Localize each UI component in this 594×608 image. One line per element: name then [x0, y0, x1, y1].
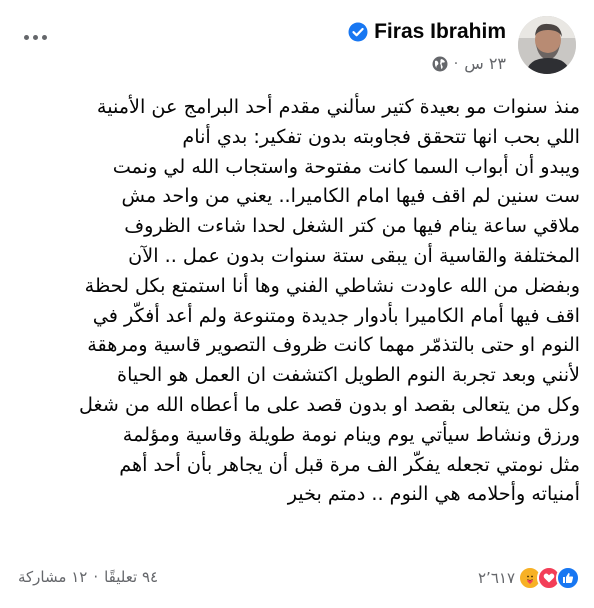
more-dot [32, 34, 38, 40]
more-dot [23, 34, 29, 40]
post-text-line: وكل من يتعالى بقصد او بدون قصد على ما أع… [79, 392, 580, 416]
comments-count[interactable]: ٩٤ تعليقًا [104, 568, 158, 586]
shares-count[interactable]: ١٢ مشاركة [18, 568, 87, 586]
post-footer: ٢٬٦١٧ ٩٤ تعليقًا · ١٢ مشاركة [14, 562, 580, 592]
author-name[interactable]: Firas Ibrahim [374, 20, 506, 44]
post-text-line: وبفضل من الله عاودت نشاطي الفني وها أنا … [84, 273, 580, 297]
post-text-line: ويبدو أن أبواب السما كانت مفتوحة واستجاب… [112, 154, 580, 178]
post-header: Firas Ibrahim ٢٣ س · [12, 16, 576, 76]
stats-separator: · [93, 568, 99, 586]
author-avatar[interactable] [518, 16, 576, 74]
post-timestamp[interactable]: ٢٣ س [464, 54, 506, 73]
like-icon [556, 566, 580, 590]
post-meta: ٢٣ س · [432, 54, 506, 73]
reaction-icons [518, 566, 580, 590]
meta-separator: · [453, 55, 459, 72]
post-text-line: أمنياته وأحلامه هي النوم .. دمتم بخير [287, 482, 580, 506]
post-text: منذ سنوات مو بعيدة كتير سألني مقدم أحد ا… [14, 92, 580, 509]
post-text-line: ملاقي ساعة ينام فيها من كتر الشغل لحدا ش… [124, 214, 580, 238]
post-text-line: ست سنين لم اقف فيها امام الكاميرا.. يعني… [121, 184, 580, 208]
globe-icon[interactable] [432, 56, 448, 72]
post-text-line: المختلفة والقاسية أن يبقى ستة سنوات بدون… [128, 243, 580, 267]
post-text-line: لأنني وبعد تجربة النوم الطويل اكتشفت ان … [117, 363, 580, 387]
post-text-line: منذ سنوات مو بعيدة كتير سألني مقدم أحد ا… [96, 95, 580, 118]
facebook-post: Firas Ibrahim ٢٣ س · منذ سنوات مو بعيدة … [0, 0, 594, 608]
more-dot [41, 34, 47, 40]
post-text-line: اللي بحب انها تتحقق فجاوبته بدون تفكير: … [182, 124, 580, 148]
post-text-line: النوم او حتى بالتذمّر مهما كانت ظروف الت… [87, 333, 580, 357]
author-info: Firas Ibrahim [348, 20, 506, 44]
post-text-line: اقف فيها أمام الكاميرا بأدوار جديدة ومتن… [92, 303, 580, 327]
more-options-icon[interactable] [20, 22, 50, 52]
post-text-line: مثل نومتي تجعله يفكّر الف مرة قبل أن يجا… [119, 452, 580, 476]
verified-badge-icon [348, 22, 368, 42]
engagement-stats: ٩٤ تعليقًا · ١٢ مشاركة [18, 568, 158, 586]
reactions-summary[interactable]: ٢٬٦١٧ [478, 566, 580, 590]
post-text-line: ورزق ونشاط سيأتي يوم وينام نومة طويلة وق… [122, 422, 580, 446]
reaction-count: ٢٬٦١٧ [478, 569, 515, 587]
